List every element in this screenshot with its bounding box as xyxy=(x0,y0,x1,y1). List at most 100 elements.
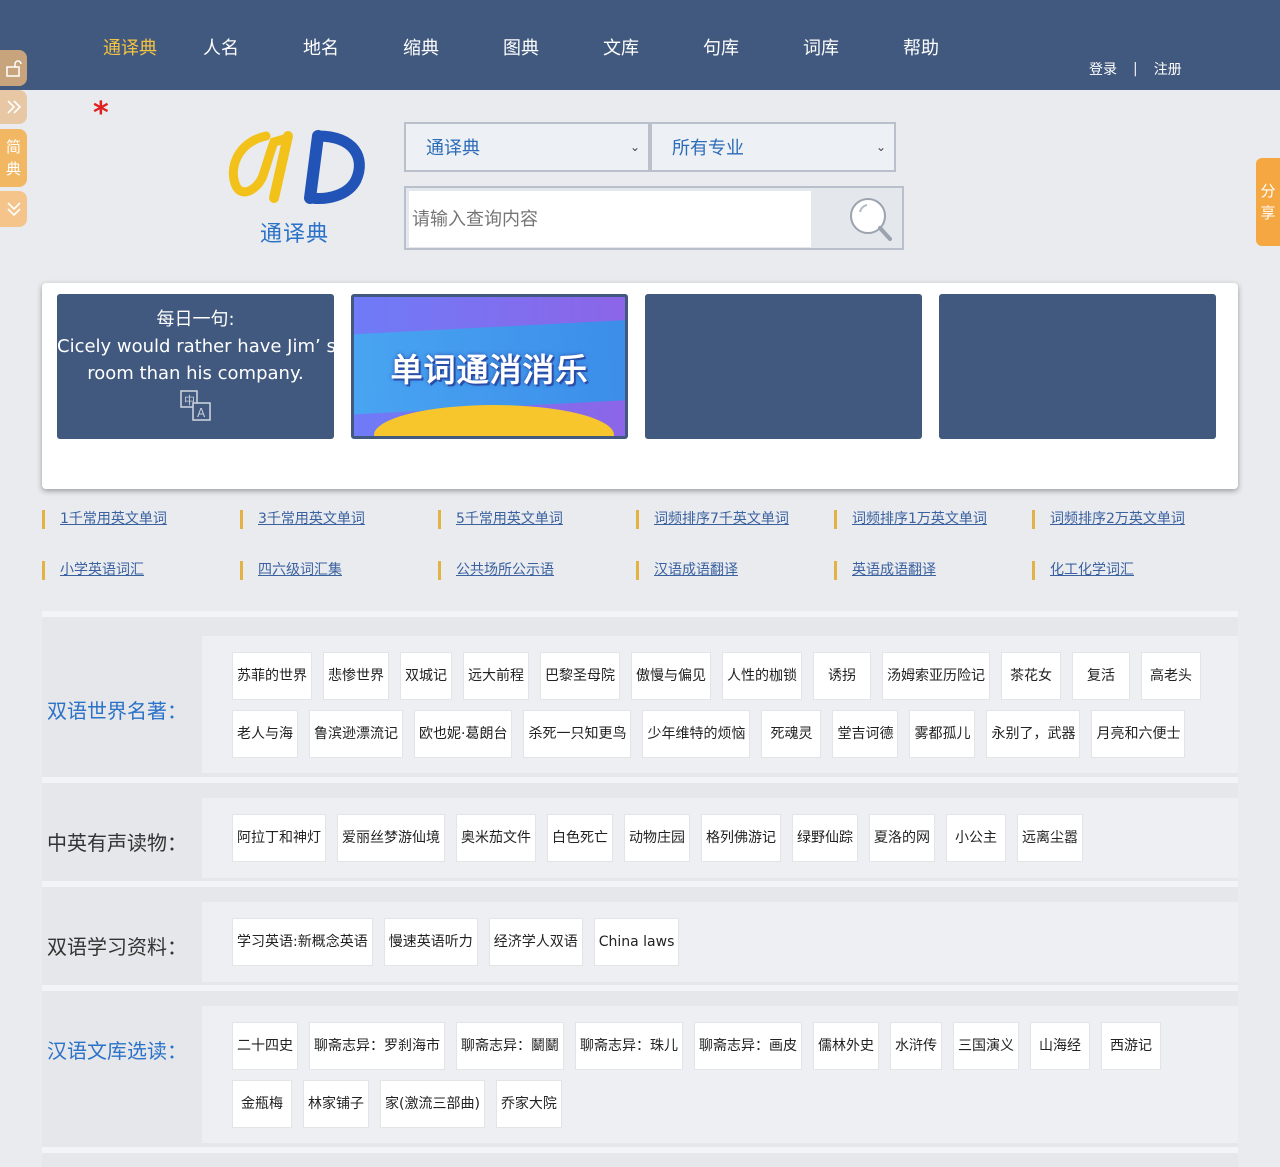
auth-links: 登录 | 注册 xyxy=(1089,59,1182,79)
book-tag[interactable]: 复活 xyxy=(1072,652,1130,700)
vocab-link[interactable]: 公共场所公示语 xyxy=(438,561,636,580)
vocab-link[interactable]: 四六级词汇集 xyxy=(240,561,438,580)
dictionary-select[interactable]: 通译典 ⌄ xyxy=(404,122,650,172)
book-tag[interactable]: 人性的枷锁 xyxy=(722,652,802,700)
book-tag[interactable]: 乔家大院 xyxy=(495,1080,562,1128)
book-tag[interactable]: 阿拉丁和神灯 xyxy=(232,814,326,862)
book-tag[interactable]: 夏洛的网 xyxy=(869,814,935,862)
book-tag[interactable]: 白色死亡 xyxy=(547,814,613,862)
section-label: 双语世界名著： xyxy=(47,699,187,723)
book-tag[interactable]: 老人与海 xyxy=(232,710,298,758)
book-tag[interactable]: 水浒传 xyxy=(890,1022,942,1070)
book-tag[interactable]: 聊斋志异：珠儿 xyxy=(575,1022,683,1070)
book-tag[interactable]: 格列佛游记 xyxy=(701,814,781,862)
logo-text: 通译典 xyxy=(260,222,330,247)
book-tag[interactable]: 慢速英语听力 xyxy=(383,918,478,966)
section-divider-bottom xyxy=(42,1147,1238,1167)
nav-item-tudian[interactable]: 图典 xyxy=(503,34,603,60)
simple-dict-tab[interactable]: 简 典 xyxy=(0,129,27,187)
book-tag[interactable]: 双城记 xyxy=(400,652,452,700)
nav-item-tongyidian[interactable]: 通译典 xyxy=(103,34,203,60)
book-tag[interactable]: 少年维特的烦恼 xyxy=(642,710,751,758)
word-game-banner[interactable]: 单词通消消乐 xyxy=(351,294,628,439)
book-tag[interactable]: 家(激流三部曲) xyxy=(380,1080,485,1128)
book-tag[interactable]: 西游记 xyxy=(1101,1022,1161,1070)
book-tag[interactable]: 山海经 xyxy=(1030,1022,1090,1070)
book-tag[interactable]: 苏菲的世界 xyxy=(232,652,312,700)
book-tag[interactable]: 金瓶梅 xyxy=(232,1080,292,1128)
vocab-link[interactable]: 化工化学词汇 xyxy=(1032,561,1230,580)
book-tag[interactable]: 二十四史 xyxy=(232,1022,298,1070)
book-tag[interactable]: 儒林外史 xyxy=(813,1022,879,1070)
section-audio-readers: 中英有声读物： 阿拉丁和神灯 爱丽丝梦游仙境 奥米茄文件 白色死亡 动物庄园 格… xyxy=(42,777,1238,881)
daily-sentence-card[interactable]: 每日一句: Cicely would rather have Jim’ s ro… xyxy=(57,294,334,439)
feature-card-4[interactable] xyxy=(939,294,1216,439)
book-tag[interactable]: 三国演义 xyxy=(953,1022,1019,1070)
nav-item-diming[interactable]: 地名 xyxy=(303,34,403,60)
book-tag[interactable]: 绿野仙踪 xyxy=(792,814,858,862)
section-study-materials: 双语学习资料： 学习英语:新概念英语 慢速英语听力 经济学人双语 China l… xyxy=(42,881,1238,985)
nav-item-help[interactable]: 帮助 xyxy=(903,34,1003,60)
nav-item-wenku[interactable]: 文库 xyxy=(603,34,703,60)
vocab-link[interactable]: 英语成语翻译 xyxy=(834,561,1032,580)
vocab-link[interactable]: 词频排序2万英文单词 xyxy=(1032,510,1230,529)
share-tab[interactable]: 分 享 xyxy=(1256,158,1280,246)
book-tag[interactable]: 死魂灵 xyxy=(761,710,822,758)
double-chevron-down-icon[interactable] xyxy=(0,191,27,227)
profession-select[interactable]: 所有专业 ⌄ xyxy=(650,122,896,172)
book-tag[interactable]: 聊斋志异：画皮 xyxy=(694,1022,802,1070)
nav-item-suodian[interactable]: 缩典 xyxy=(403,34,503,60)
book-tag[interactable]: 聊斋志异：罗刹海市 xyxy=(309,1022,445,1070)
vocab-link[interactable]: 小学英语词汇 xyxy=(42,561,240,580)
login-link[interactable]: 登录 xyxy=(1089,59,1117,79)
search-icon[interactable] xyxy=(846,196,896,242)
translate-icon[interactable]: 中A xyxy=(57,389,334,431)
chevron-down-icon: ⌄ xyxy=(629,140,640,154)
unlock-icon[interactable] xyxy=(0,50,27,86)
site-logo[interactable] xyxy=(226,128,366,212)
book-tag[interactable]: 远大前程 xyxy=(463,652,529,700)
vocab-link[interactable]: 词频排序1万英文单词 xyxy=(834,510,1032,529)
book-tag[interactable]: 诱拐 xyxy=(813,652,871,700)
book-tag[interactable]: 动物庄园 xyxy=(624,814,690,862)
nav-item-juku[interactable]: 句库 xyxy=(703,34,803,60)
book-tag[interactable]: 经济学人双语 xyxy=(488,918,583,966)
red-star-icon: * xyxy=(93,96,109,131)
nav-item-renming[interactable]: 人名 xyxy=(203,34,303,60)
section-chinese-library: 汉语文库选读： 二十四史 聊斋志异：罗刹海市 聊斋志异：鬭鬭 聊斋志异：珠儿 聊… xyxy=(42,985,1238,1147)
book-tag[interactable]: 林家铺子 xyxy=(303,1080,369,1128)
vocab-link[interactable]: 3千常用英文单词 xyxy=(240,510,438,529)
book-tag[interactable]: 高老头 xyxy=(1141,652,1201,700)
feature-card-3[interactable] xyxy=(645,294,922,439)
share-tab-bottom: 享 xyxy=(1260,204,1276,222)
book-tag[interactable]: 远离尘嚣 xyxy=(1017,814,1083,862)
book-tag[interactable]: 堂吉诃德 xyxy=(832,710,899,758)
book-tag[interactable]: 小公主 xyxy=(946,814,1006,862)
vocab-link[interactable]: 5千常用英文单词 xyxy=(438,510,636,529)
book-tag[interactable]: China laws xyxy=(593,918,680,966)
book-tag[interactable]: 聊斋志异：鬭鬭 xyxy=(456,1022,564,1070)
book-tag[interactable]: 鲁滨逊漂流记 xyxy=(309,710,403,758)
search-input[interactable] xyxy=(409,191,811,247)
book-tag[interactable]: 杀死一只知更鸟 xyxy=(523,710,632,758)
book-tag[interactable]: 汤姆索亚历险记 xyxy=(882,652,990,700)
book-tag[interactable]: 奥米茄文件 xyxy=(456,814,536,862)
vocab-link[interactable]: 词频排序7千英文单词 xyxy=(636,510,834,529)
vocab-link[interactable]: 1千常用英文单词 xyxy=(42,510,240,529)
register-link[interactable]: 注册 xyxy=(1154,59,1182,79)
book-tag[interactable]: 永别了，武器 xyxy=(986,710,1081,758)
book-tag[interactable]: 傲慢与偏见 xyxy=(631,652,711,700)
book-tag[interactable]: 欧也妮·葛朗台 xyxy=(414,710,513,758)
vocab-link[interactable]: 汉语成语翻译 xyxy=(636,561,834,580)
book-tag[interactable]: 悲惨世界 xyxy=(323,652,389,700)
double-chevron-right-icon[interactable] xyxy=(0,90,27,124)
simple-dict-tab-top: 简 xyxy=(5,138,21,156)
book-tag[interactable]: 巴黎圣母院 xyxy=(540,652,620,700)
book-tag[interactable]: 爱丽丝梦游仙境 xyxy=(337,814,445,862)
book-tag[interactable]: 学习英语:新概念英语 xyxy=(232,918,373,966)
book-tag[interactable]: 月亮和六便士 xyxy=(1091,710,1186,758)
tag-list: 二十四史 聊斋志异：罗刹海市 聊斋志异：鬭鬭 聊斋志异：珠儿 聊斋志异：画皮 儒… xyxy=(232,1022,1238,1138)
book-tag[interactable]: 茶花女 xyxy=(1001,652,1061,700)
book-tag[interactable]: 雾都孤儿 xyxy=(909,710,976,758)
nav-item-ciku[interactable]: 词库 xyxy=(803,34,903,60)
